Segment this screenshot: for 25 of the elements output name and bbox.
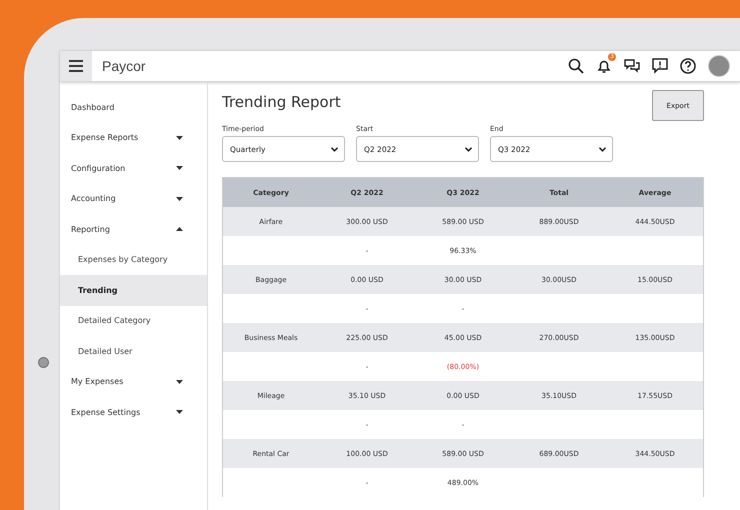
nav-subitem[interactable]: Detailed User: [60, 336, 207, 366]
feedback-icon[interactable]: [652, 58, 668, 74]
nav-item[interactable]: Reporting: [60, 214, 207, 244]
nav-item[interactable]: Expense Settings: [60, 397, 207, 428]
nav-item[interactable]: Configuration: [60, 153, 207, 184]
nav-item[interactable]: Accounting: [60, 184, 207, 214]
nav-item[interactable]: Expense Reports: [60, 122, 207, 153]
chat-icon[interactable]: [624, 58, 640, 74]
menu-icon: [69, 60, 83, 72]
nav-item[interactable]: Dashboard: [60, 92, 207, 122]
help-icon[interactable]: [680, 58, 696, 74]
nav-item[interactable]: My Expenses: [60, 366, 207, 397]
avatar[interactable]: [708, 55, 730, 77]
bell-icon[interactable]: [596, 58, 612, 74]
nav-subitem[interactable]: Expenses by Category: [60, 244, 207, 275]
page-title: Trending Report: [222, 93, 341, 111]
chevron-down-icon: [599, 146, 606, 152]
logo: Paycor: [102, 58, 146, 74]
search-icon[interactable]: [568, 58, 584, 74]
nav-subitem[interactable]: Detailed Category: [60, 306, 207, 336]
nav-subitem[interactable]: Trending: [60, 275, 207, 306]
menu-button[interactable]: [60, 51, 92, 81]
camera-dot: [38, 357, 49, 368]
chevron-down-icon: [331, 146, 338, 152]
chevron-down-icon: [465, 146, 472, 152]
